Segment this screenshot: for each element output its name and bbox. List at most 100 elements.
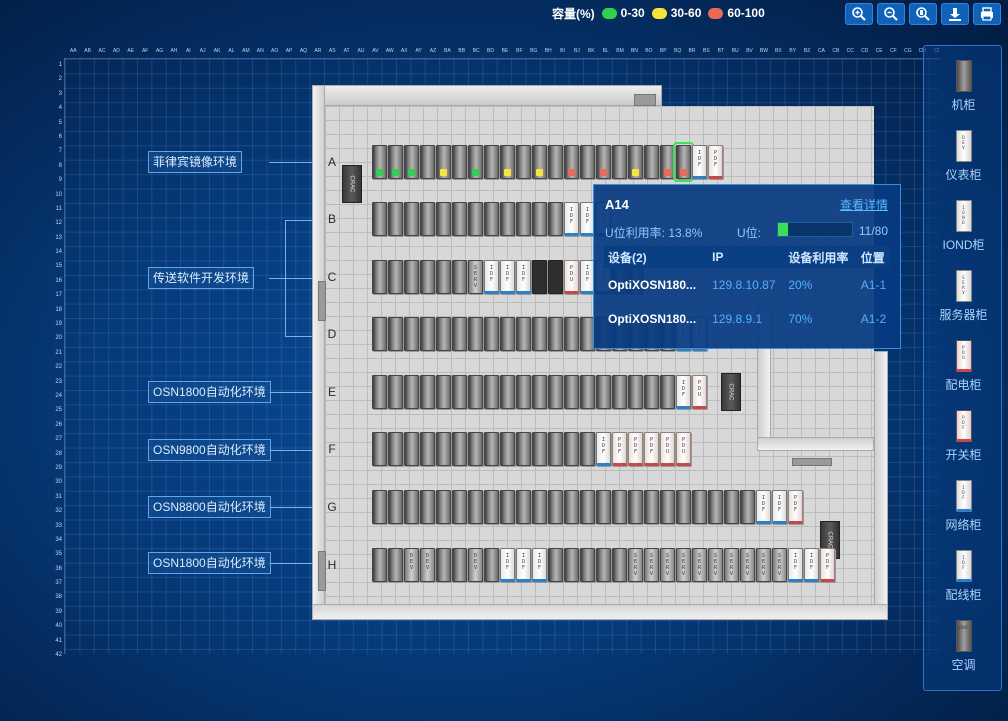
rack-cabinet[interactable] bbox=[420, 145, 435, 179]
rack-dev[interactable]: D E V bbox=[468, 548, 483, 582]
rack-cabinet[interactable] bbox=[452, 548, 467, 582]
rack-cabinet[interactable] bbox=[500, 375, 515, 409]
rack-cabinet[interactable] bbox=[500, 490, 515, 524]
rack-cabinet[interactable] bbox=[452, 260, 467, 294]
rack-cabinet[interactable] bbox=[548, 145, 563, 179]
env-label-osn1800-auto-h[interactable]: OSN1800自动化环境 bbox=[148, 552, 271, 574]
rack-cabinet[interactable] bbox=[468, 432, 483, 466]
rack-idf[interactable]: I D F bbox=[788, 548, 803, 582]
rack-cabinet[interactable] bbox=[628, 145, 643, 179]
rack-cabinet[interactable] bbox=[724, 490, 739, 524]
rack-cabinet[interactable] bbox=[628, 490, 643, 524]
rack-pdu[interactable]: P D U bbox=[692, 375, 707, 409]
rack-cabinet[interactable] bbox=[388, 432, 403, 466]
rack-cabinet[interactable] bbox=[500, 317, 515, 351]
rack-cabinet[interactable] bbox=[548, 548, 563, 582]
rack-cabinet[interactable] bbox=[548, 375, 563, 409]
rack-cabinet[interactable] bbox=[500, 432, 515, 466]
rack-cabinet[interactable] bbox=[372, 432, 387, 466]
zoom-out-button[interactable] bbox=[877, 3, 905, 25]
rack-cabinet[interactable] bbox=[484, 490, 499, 524]
rack-cabinet[interactable] bbox=[420, 202, 435, 236]
rack-cabinet[interactable] bbox=[372, 375, 387, 409]
rack-cabinet[interactable] bbox=[452, 202, 467, 236]
rack-cabinet[interactable] bbox=[596, 145, 611, 179]
rack-cabinet[interactable] bbox=[468, 375, 483, 409]
rack-cabinet[interactable] bbox=[484, 432, 499, 466]
rack-cabinet[interactable] bbox=[500, 202, 515, 236]
rack-idf[interactable]: I D F bbox=[516, 260, 531, 294]
rack-pdf[interactable]: P D F bbox=[820, 548, 835, 582]
rack-cabinet[interactable] bbox=[436, 548, 451, 582]
rack-cabinet[interactable] bbox=[372, 548, 387, 582]
rack-serv[interactable]: S E R V bbox=[644, 548, 659, 582]
rack-cabinet[interactable] bbox=[372, 317, 387, 351]
rack-cabinet[interactable] bbox=[644, 145, 659, 179]
rack-cabinet[interactable] bbox=[564, 432, 579, 466]
rack-pdu[interactable]: P D U bbox=[676, 432, 691, 466]
sidebar-item-server-cabinet[interactable]: S E R V 服务器柜 bbox=[924, 270, 1003, 323]
rack-cabinet[interactable] bbox=[436, 202, 451, 236]
rack-dev[interactable]: D E V bbox=[404, 548, 419, 582]
rack-cabinet[interactable] bbox=[436, 317, 451, 351]
rack-cabinet[interactable] bbox=[644, 375, 659, 409]
rack-cabinet[interactable] bbox=[452, 145, 467, 179]
rack-idf[interactable]: I D F bbox=[500, 260, 515, 294]
table-row[interactable]: OptiXOSN180... 129.8.10.87 20% A1-1 bbox=[604, 268, 890, 302]
rack-cabinet[interactable] bbox=[532, 490, 547, 524]
rack-dev[interactable]: D E V bbox=[420, 548, 435, 582]
rack-cabinet[interactable] bbox=[596, 490, 611, 524]
rack-serv[interactable]: S E R V bbox=[660, 548, 675, 582]
rack-cabinet[interactable] bbox=[468, 317, 483, 351]
rack-cabinet[interactable] bbox=[500, 145, 515, 179]
rack-cabinet[interactable] bbox=[516, 432, 531, 466]
rack-cabinet[interactable] bbox=[580, 375, 595, 409]
rack-cabinet[interactable] bbox=[420, 317, 435, 351]
rack-serv[interactable]: S E R V bbox=[708, 548, 723, 582]
rack-idf[interactable]: I D F bbox=[516, 548, 531, 582]
rack-cabinet[interactable] bbox=[612, 548, 627, 582]
rack-serv[interactable]: S E R V bbox=[724, 548, 739, 582]
rack-cabinet[interactable] bbox=[436, 145, 451, 179]
rack-cabinet[interactable] bbox=[372, 145, 387, 179]
rack-cabinet[interactable] bbox=[628, 375, 643, 409]
rack-serv[interactable]: S E R V bbox=[468, 260, 483, 294]
rack-cabinet[interactable] bbox=[388, 548, 403, 582]
env-label-osn9800-auto[interactable]: OSN9800自动化环境 bbox=[148, 439, 271, 461]
sidebar-item-network-cabinet[interactable]: I D F 网络柜 bbox=[924, 480, 1003, 533]
rack-cabinet[interactable] bbox=[436, 490, 451, 524]
rack-cabinet[interactable] bbox=[404, 432, 419, 466]
rack-serv[interactable]: S E R V bbox=[676, 548, 691, 582]
rack-cabinet[interactable] bbox=[452, 432, 467, 466]
rack-serv[interactable]: S E R V bbox=[756, 548, 771, 582]
rack-cabinet[interactable] bbox=[660, 375, 675, 409]
rack-cabinet[interactable] bbox=[676, 490, 691, 524]
rack-cabinet[interactable] bbox=[740, 490, 755, 524]
sidebar-item-wiring-cabinet[interactable]: I D F 配线柜 bbox=[924, 550, 1003, 603]
view-details-link[interactable]: 查看详情 bbox=[840, 196, 888, 213]
rack-cabinet[interactable] bbox=[612, 375, 627, 409]
rack-pdf[interactable]: P D F bbox=[708, 145, 723, 179]
rack-cabinet[interactable] bbox=[516, 375, 531, 409]
rack-cabinet[interactable] bbox=[532, 202, 547, 236]
rack-idf[interactable]: I D F bbox=[484, 260, 499, 294]
rack-cabinet[interactable] bbox=[436, 375, 451, 409]
rack-pdf[interactable]: P D F bbox=[628, 432, 643, 466]
rack-cabinet[interactable] bbox=[468, 202, 483, 236]
rack-cabinet[interactable] bbox=[420, 260, 435, 294]
env-label-philippines-mirror[interactable]: 菲律宾镜像环境 bbox=[148, 151, 243, 173]
rack-cabinet[interactable] bbox=[564, 490, 579, 524]
rack-cabinet[interactable] bbox=[484, 202, 499, 236]
rack-pdf[interactable]: P D F bbox=[612, 432, 627, 466]
sidebar-item-air-conditioner[interactable]: CRAC 空调 bbox=[924, 620, 1003, 673]
rack-idf[interactable]: I D F bbox=[676, 375, 691, 409]
rack-cabinet[interactable] bbox=[580, 432, 595, 466]
rack-cabinet[interactable] bbox=[644, 490, 659, 524]
env-label-osn1800-auto-e[interactable]: OSN1800自动化环境 bbox=[148, 381, 271, 403]
rack-cabinet[interactable] bbox=[372, 260, 387, 294]
rack-cabinet[interactable] bbox=[388, 202, 403, 236]
rack-serv[interactable]: S E R V bbox=[692, 548, 707, 582]
rack-cabinet[interactable] bbox=[532, 145, 547, 179]
rack-cabinet[interactable] bbox=[564, 548, 579, 582]
rack-cabinet[interactable] bbox=[404, 145, 419, 179]
